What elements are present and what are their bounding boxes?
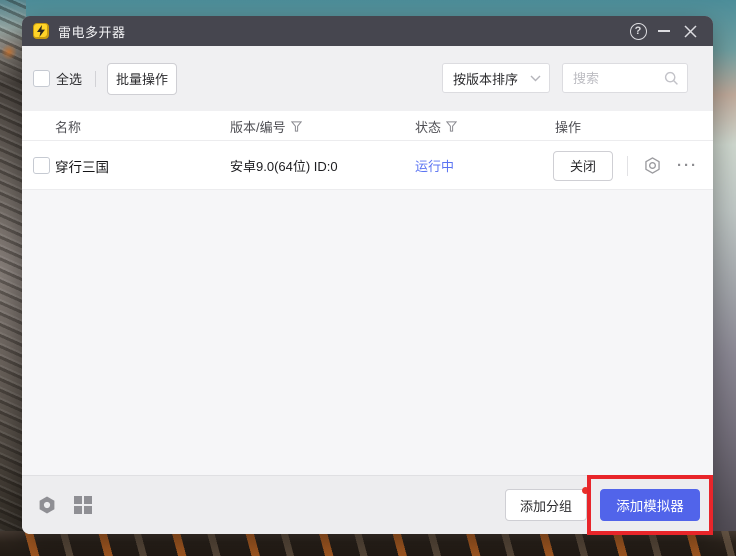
ellipsis-icon: ··· (677, 157, 698, 174)
help-button[interactable]: ? (625, 16, 651, 46)
settings-button[interactable] (36, 494, 58, 516)
gear-icon (643, 156, 662, 175)
header-name: 名称 (55, 111, 81, 141)
header-version-label: 版本/编号 (230, 117, 286, 136)
help-icon: ? (630, 23, 647, 40)
empty-list-area (22, 190, 713, 475)
add-group-label: 添加分组 (520, 496, 572, 515)
titlebar[interactable]: 雷电多开器 ? (22, 16, 713, 46)
filter-funnel-icon[interactable] (446, 121, 457, 132)
row-action-cell: 关闭 (553, 141, 613, 190)
gear-solid-icon (37, 495, 57, 515)
chevron-down-icon (530, 75, 541, 82)
add-group-button[interactable]: 添加分组 (505, 489, 587, 521)
instance-version: 安卓9.0(64位) ID:0 (230, 141, 338, 190)
filter-funnel-icon[interactable] (291, 121, 302, 132)
table-row: 穿行三国 安卓9.0(64位) ID:0 运行中 关闭 ··· (22, 141, 713, 190)
notification-dot (582, 487, 589, 494)
search-input[interactable] (573, 71, 664, 86)
row-checkbox[interactable] (33, 157, 50, 174)
header-status-label: 状态 (415, 117, 441, 136)
select-all-checkbox[interactable] (33, 70, 50, 87)
close-icon (684, 25, 697, 38)
table-header: 名称 版本/编号 状态 操作 (22, 111, 713, 141)
app-window: 雷电多开器 ? 全选 批量操作 按版本排序 名称 版本/编号 (22, 16, 713, 534)
search-box (562, 63, 688, 93)
toolbar-divider (95, 71, 96, 87)
toolbar: 全选 批量操作 按版本排序 (22, 46, 713, 111)
search-icon (664, 71, 679, 86)
window-title: 雷电多开器 (58, 22, 126, 41)
row-checkbox-cell (33, 141, 50, 190)
close-instance-button[interactable]: 关闭 (553, 151, 613, 181)
header-version: 版本/编号 (230, 111, 302, 141)
sort-dropdown[interactable]: 按版本排序 (442, 63, 550, 93)
select-all-label: 全选 (56, 69, 82, 88)
add-emulator-button[interactable]: 添加模拟器 (600, 489, 700, 521)
header-actions: 操作 (555, 111, 581, 141)
desktop-wallpaper-rocks (0, 531, 736, 556)
batch-operations-button[interactable]: 批量操作 (107, 63, 177, 95)
layout-grid-button[interactable] (72, 494, 94, 516)
minimize-icon (658, 30, 670, 32)
instance-status: 运行中 (415, 141, 454, 190)
header-status: 状态 (415, 111, 457, 141)
app-logo-icon (33, 23, 49, 39)
instance-settings-button[interactable] (643, 141, 662, 190)
row-action-divider (627, 156, 628, 176)
grid-icon (74, 496, 92, 514)
more-options-button[interactable]: ··· (677, 141, 698, 190)
close-button[interactable] (677, 16, 703, 46)
minimize-button[interactable] (651, 16, 677, 46)
sort-dropdown-value: 按版本排序 (453, 69, 530, 88)
bottom-bar: 添加分组 添加模拟器 (22, 475, 713, 534)
instance-name: 穿行三国 (55, 141, 109, 190)
